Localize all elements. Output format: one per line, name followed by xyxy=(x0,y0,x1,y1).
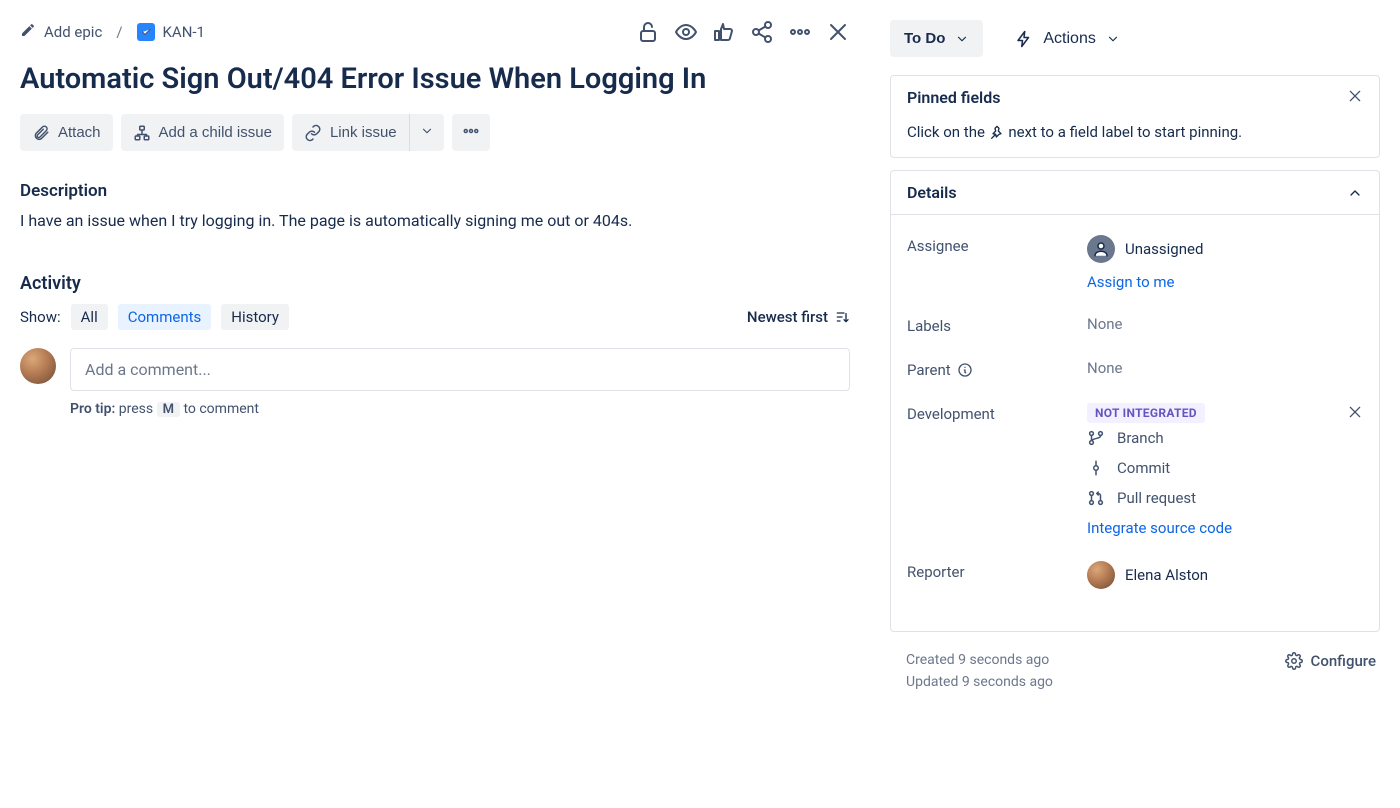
pinned-close-button[interactable] xyxy=(1347,88,1363,107)
reporter-label: Reporter xyxy=(907,561,1087,581)
link-issue-button[interactable]: Link issue xyxy=(292,114,409,151)
status-label: To Do xyxy=(904,30,945,47)
assign-to-me-link[interactable]: Assign to me xyxy=(1087,273,1363,291)
show-label: Show: xyxy=(20,308,61,326)
pinned-fields-panel: Pinned fields Click on the next to a fie… xyxy=(890,75,1380,158)
pinned-hint: Click on the next to a field label to st… xyxy=(891,119,1379,157)
tab-comments[interactable]: Comments xyxy=(118,304,212,330)
activity-heading: Activity xyxy=(20,273,850,294)
more-icon[interactable] xyxy=(788,20,812,44)
pull-request-link[interactable]: Pull request xyxy=(1087,483,1363,513)
info-icon[interactable] xyxy=(957,362,973,378)
chevron-up-icon xyxy=(1347,185,1363,201)
issue-key-link[interactable]: KAN-1 xyxy=(137,23,205,41)
dev-close-button[interactable] xyxy=(1347,404,1363,423)
status-dropdown[interactable]: To Do xyxy=(890,20,983,57)
development-label: Development xyxy=(907,403,1087,423)
description-heading: Description xyxy=(20,181,850,201)
vote-icon[interactable] xyxy=(712,20,736,44)
protip: Pro tip: press M to comment xyxy=(70,401,850,417)
close-icon[interactable] xyxy=(826,20,850,44)
chevron-down-icon xyxy=(420,124,434,138)
description-text[interactable]: I have an issue when I try logging in. T… xyxy=(20,209,850,233)
more-actions-button[interactable] xyxy=(452,114,490,151)
child-issue-icon xyxy=(133,124,151,142)
add-epic-link[interactable]: Add epic xyxy=(20,22,102,42)
dots-icon xyxy=(462,122,480,140)
actions-dropdown[interactable]: Actions xyxy=(1015,30,1119,48)
chevron-down-icon xyxy=(955,32,969,46)
tab-all[interactable]: All xyxy=(71,304,108,330)
parent-label: Parent xyxy=(907,359,1087,379)
created-timestamp: Created 9 seconds ago xyxy=(906,652,1053,668)
task-icon xyxy=(137,23,155,41)
sort-button[interactable]: Newest first xyxy=(747,308,850,326)
details-toggle[interactable]: Details xyxy=(891,171,1379,215)
unassigned-avatar-icon xyxy=(1087,235,1115,263)
actions-label: Actions xyxy=(1043,30,1095,48)
link-issue-dropdown[interactable] xyxy=(409,114,444,151)
commit-icon xyxy=(1087,459,1105,477)
branch-link[interactable]: Branch xyxy=(1087,423,1363,453)
details-title: Details xyxy=(907,183,957,202)
breadcrumb: Add epic / KAN-1 xyxy=(20,22,205,42)
issue-title[interactable]: Automatic Sign Out/404 Error Issue When … xyxy=(20,62,850,96)
labels-label: Labels xyxy=(907,315,1087,335)
chevron-down-icon xyxy=(1106,32,1120,46)
breadcrumb-separator: / xyxy=(116,23,122,41)
pencil-icon xyxy=(20,22,36,42)
watch-icon[interactable] xyxy=(674,20,698,44)
attach-label: Attach xyxy=(58,124,101,141)
pin-icon xyxy=(989,125,1005,141)
tab-history[interactable]: History xyxy=(221,304,289,330)
integrate-link[interactable]: Integrate source code xyxy=(1087,519,1363,537)
share-icon[interactable] xyxy=(750,20,774,44)
attach-icon xyxy=(32,124,50,142)
issue-key-label: KAN-1 xyxy=(163,23,205,41)
link-issue-label: Link issue xyxy=(330,124,397,141)
attach-button[interactable]: Attach xyxy=(20,114,113,151)
add-epic-label: Add epic xyxy=(44,23,102,41)
gear-icon xyxy=(1285,652,1303,670)
link-icon xyxy=(304,124,322,142)
add-child-label: Add a child issue xyxy=(159,124,272,141)
pinned-fields-title: Pinned fields xyxy=(907,88,1000,107)
branch-icon xyxy=(1087,429,1105,447)
updated-timestamp: Updated 9 seconds ago xyxy=(906,674,1053,690)
details-panel: Details Assignee Unassigned Assign to me xyxy=(890,170,1380,632)
user-avatar xyxy=(20,348,56,384)
assignee-value[interactable]: Unassigned xyxy=(1087,235,1363,263)
pull-request-icon xyxy=(1087,489,1105,507)
lock-icon[interactable] xyxy=(636,20,660,44)
sort-label: Newest first xyxy=(747,308,828,326)
parent-value[interactable]: None xyxy=(1087,359,1363,377)
reporter-value[interactable]: Elena Alston xyxy=(1087,561,1363,589)
commit-link[interactable]: Commit xyxy=(1087,453,1363,483)
comment-input[interactable]: Add a comment... xyxy=(70,348,850,391)
reporter-avatar xyxy=(1087,561,1115,589)
labels-value[interactable]: None xyxy=(1087,315,1363,333)
assignee-label: Assignee xyxy=(907,235,1087,255)
dev-badge: NOT INTEGRATED xyxy=(1087,403,1205,423)
bolt-icon xyxy=(1015,30,1033,48)
add-child-button[interactable]: Add a child issue xyxy=(121,114,284,151)
configure-button[interactable]: Configure xyxy=(1285,652,1376,670)
sort-icon xyxy=(834,309,850,325)
